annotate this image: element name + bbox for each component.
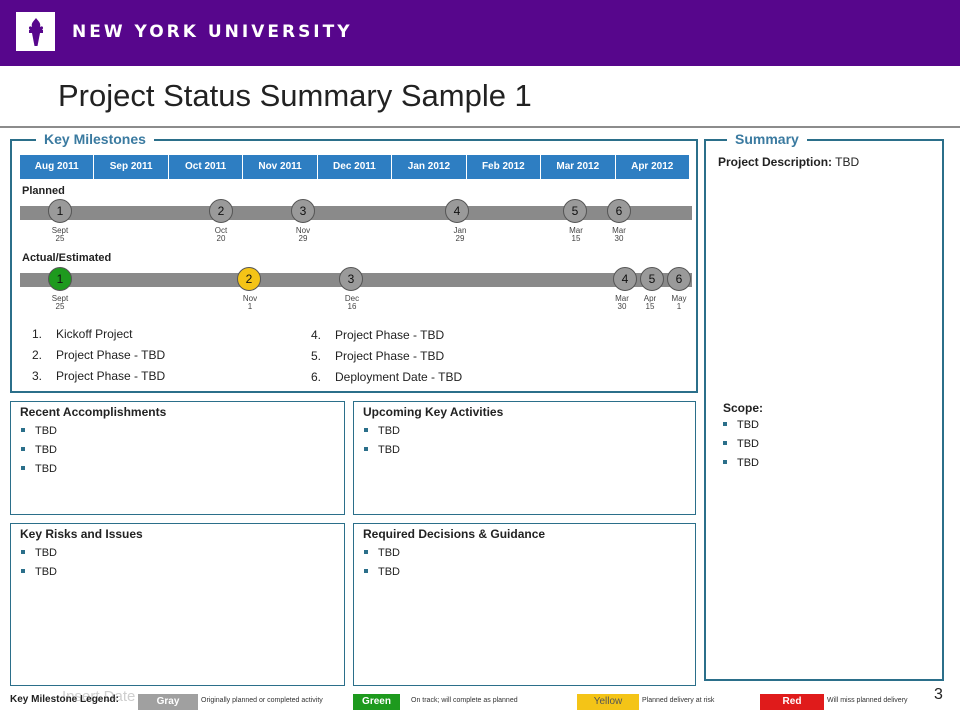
actual-date-1: Sept 25 xyxy=(51,294,69,311)
month-cell: Apr 2012 xyxy=(615,155,689,179)
decisions-title: Required Decisions & Guidance xyxy=(363,527,546,541)
legend-desc-gray: Originally planned or completed activity xyxy=(201,697,323,704)
legend-desc-red: Will miss planned delivery xyxy=(827,697,908,704)
planned-milestone-2: 2 xyxy=(209,199,233,223)
summary-panel-label: Summary xyxy=(727,131,807,147)
planned-milestone-6: 6 xyxy=(607,199,631,223)
planned-date-1: Sept 25 xyxy=(51,226,69,243)
decisions-list: TBD TBD xyxy=(364,544,400,582)
risks-box: Key Risks and Issues TBD TBD xyxy=(10,523,345,686)
list-item: TBD xyxy=(364,563,400,582)
header-bar: NEW YORK UNIVERSITY xyxy=(0,0,960,66)
milestone-list-right: 4. Project Phase - TBD 5. Project Phase - … xyxy=(311,325,462,388)
milestone-list-left: 1. Kickoff Project 2. Project Phase - TBD … xyxy=(32,324,165,387)
month-cell: Aug 2011 xyxy=(20,155,95,179)
list-item: TBD xyxy=(723,435,759,454)
legend-swatch-yellow: Yellow xyxy=(577,694,639,710)
planned-date-3: Nov 29 xyxy=(295,226,311,243)
list-item: TBD xyxy=(364,441,400,460)
planned-milestone-4: 4 xyxy=(445,199,469,223)
brand-name: NEW YORK UNIVERSITY xyxy=(72,22,353,42)
actual-milestone-3: 3 xyxy=(339,267,363,291)
list-item: TBD xyxy=(21,544,57,563)
list-item: 2. Project Phase - TBD xyxy=(32,348,166,362)
accomplishments-box: Recent Accomplishments TBD TBD TBD xyxy=(10,401,345,515)
legend-swatch-gray: Gray xyxy=(138,694,198,710)
planned-date-4: Jan 29 xyxy=(453,226,467,243)
month-header: Aug 2011 Sep 2011 Oct 2011 Nov 2011 Dec … xyxy=(20,155,689,179)
list-item: 6. Deployment Date - TBD xyxy=(311,370,463,384)
list-item: 1. Kickoff Project xyxy=(32,327,133,341)
upcoming-title: Upcoming Key Activities xyxy=(363,405,504,419)
list-item: 3. Project Phase - TBD xyxy=(32,369,166,383)
page-number: 3 xyxy=(934,686,943,703)
month-cell: Mar 2012 xyxy=(541,155,616,179)
list-item: TBD xyxy=(364,544,400,563)
actual-date-6: May 1 xyxy=(671,294,687,311)
milestones-panel-label: Key Milestones xyxy=(36,131,154,147)
list-item: TBD xyxy=(21,441,57,460)
month-cell: Nov 2011 xyxy=(243,155,318,179)
legend-desc-green: On track; will complete as planned xyxy=(411,697,518,704)
planned-date-2: Oct 20 xyxy=(214,226,228,243)
month-cell: Feb 2012 xyxy=(466,155,542,179)
planned-timeline-track xyxy=(20,206,692,220)
list-item: 5. Project Phase - TBD xyxy=(311,349,445,363)
actual-milestone-5: 5 xyxy=(640,267,664,291)
planned-date-6: Mar 30 xyxy=(612,226,626,243)
legend-swatch-red: Red xyxy=(760,694,824,710)
upcoming-list: TBD TBD xyxy=(364,422,400,460)
actual-label: Actual/Estimated xyxy=(22,252,112,264)
list-item: 4. Project Phase - TBD xyxy=(311,328,445,342)
list-item: TBD xyxy=(21,563,57,582)
accomplishments-list: TBD TBD TBD xyxy=(21,422,57,479)
decisions-box: Required Decisions & Guidance TBD TBD xyxy=(353,523,696,686)
actual-milestone-6: 6 xyxy=(667,267,691,291)
legend-swatch-green: Green xyxy=(353,694,400,710)
legend-desc-yellow: Planned delivery at risk xyxy=(642,697,715,704)
planned-milestone-5: 5 xyxy=(563,199,587,223)
upcoming-box: Upcoming Key Activities TBD TBD xyxy=(353,401,696,515)
actual-milestone-1: 1 xyxy=(48,267,72,291)
list-item: TBD xyxy=(21,422,57,441)
nyu-logo xyxy=(16,12,55,51)
list-item: TBD xyxy=(723,454,759,473)
month-cell: Jan 2012 xyxy=(392,155,467,179)
actual-date-2: Nov 1 xyxy=(242,294,258,311)
actual-milestone-2: 2 xyxy=(237,267,261,291)
scope-heading: Scope: xyxy=(723,401,764,415)
torch-icon xyxy=(28,17,43,46)
list-item: TBD xyxy=(21,460,57,479)
month-cell: Dec 2011 xyxy=(317,155,393,179)
risks-title: Key Risks and Issues xyxy=(20,527,143,541)
list-item: TBD xyxy=(723,416,759,435)
month-cell: Oct 2011 xyxy=(168,155,244,179)
accomplishments-title: Recent Accomplishments xyxy=(20,405,167,419)
scope-list: TBD TBD TBD xyxy=(723,416,759,473)
page-title: Project Status Summary Sample 1 xyxy=(58,78,532,113)
planned-label: Planned xyxy=(22,185,65,197)
planned-milestone-3: 3 xyxy=(291,199,315,223)
planned-milestone-1: 1 xyxy=(48,199,72,223)
title-divider xyxy=(0,126,960,128)
actual-milestone-4: 4 xyxy=(613,267,637,291)
planned-date-5: Mar 15 xyxy=(569,226,583,243)
actual-date-3: Dec 16 xyxy=(344,294,360,311)
list-item: TBD xyxy=(364,422,400,441)
risks-list: TBD TBD xyxy=(21,544,57,582)
project-description: Project Description: TBD xyxy=(718,155,860,169)
month-cell: Sep 2011 xyxy=(94,155,169,179)
legend-title: Key Milestone Legend: xyxy=(10,694,119,705)
